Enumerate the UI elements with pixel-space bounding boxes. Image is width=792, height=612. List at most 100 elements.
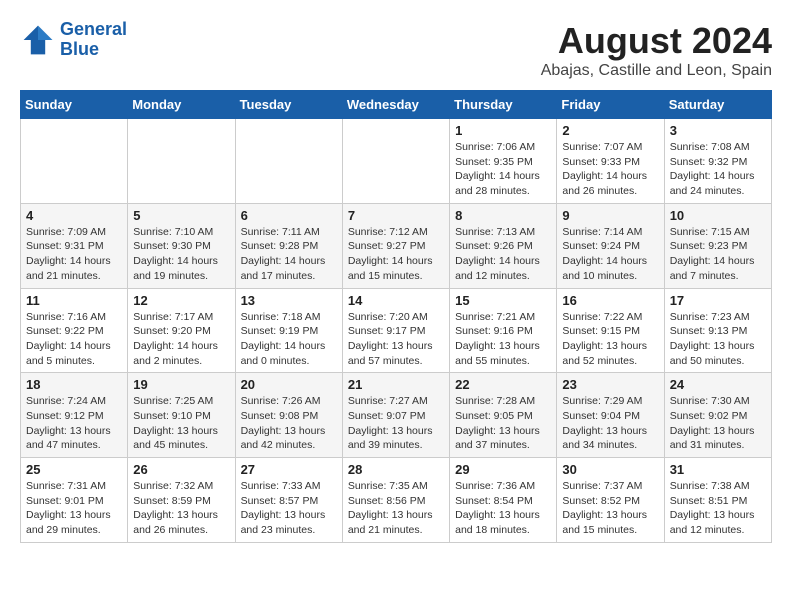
day-number: 17 — [670, 293, 766, 308]
day-number: 24 — [670, 377, 766, 392]
day-of-week-header: Sunday — [21, 91, 128, 119]
day-info: Sunrise: 7:08 AM Sunset: 9:32 PM Dayligh… — [670, 140, 766, 199]
day-number: 22 — [455, 377, 551, 392]
day-number: 29 — [455, 462, 551, 477]
title-block: August 2024 Abajas, Castille and Leon, S… — [541, 20, 772, 80]
calendar-day-cell: 21 Sunrise: 7:27 AM Sunset: 9:07 PM Dayli… — [342, 373, 449, 458]
calendar-day-cell — [21, 119, 128, 204]
day-info: Sunrise: 7:22 AM Sunset: 9:15 PM Dayligh… — [562, 310, 658, 369]
day-number: 27 — [241, 462, 337, 477]
day-number: 9 — [562, 208, 658, 223]
calendar-day-cell — [342, 119, 449, 204]
day-info: Sunrise: 7:23 AM Sunset: 9:13 PM Dayligh… — [670, 310, 766, 369]
calendar-day-cell: 28 Sunrise: 7:35 AM Sunset: 8:56 PM Dayli… — [342, 458, 449, 543]
calendar-day-cell: 19Sunrise: 7:25 AM Sunset: 9:10 PM Dayli… — [128, 373, 235, 458]
day-number: 6 — [241, 208, 337, 223]
day-info: Sunrise: 7:17 AM Sunset: 9:20 PM Dayligh… — [133, 310, 229, 369]
calendar-day-cell: 31 Sunrise: 7:38 AM Sunset: 8:51 PM Dayli… — [664, 458, 771, 543]
calendar-day-cell: 13 Sunrise: 7:18 AM Sunset: 9:19 PM Dayli… — [235, 288, 342, 373]
calendar-day-cell: 27 Sunrise: 7:33 AM Sunset: 8:57 PM Dayli… — [235, 458, 342, 543]
calendar-day-cell — [235, 119, 342, 204]
calendar-day-cell: 30Sunrise: 7:37 AM Sunset: 8:52 PM Dayli… — [557, 458, 664, 543]
day-of-week-header: Wednesday — [342, 91, 449, 119]
day-number: 15 — [455, 293, 551, 308]
day-info: Sunrise: 7:38 AM Sunset: 8:51 PM Dayligh… — [670, 479, 766, 538]
calendar-week-row: 1 Sunrise: 7:06 AM Sunset: 9:35 PM Daylig… — [21, 119, 772, 204]
day-number: 16 — [562, 293, 658, 308]
calendar-week-row: 18Sunrise: 7:24 AM Sunset: 9:12 PM Dayli… — [21, 373, 772, 458]
day-info: Sunrise: 7:14 AM Sunset: 9:24 PM Dayligh… — [562, 225, 658, 284]
day-info: Sunrise: 7:25 AM Sunset: 9:10 PM Dayligh… — [133, 394, 229, 453]
day-info: Sunrise: 7:33 AM Sunset: 8:57 PM Dayligh… — [241, 479, 337, 538]
day-info: Sunrise: 7:36 AM Sunset: 8:54 PM Dayligh… — [455, 479, 551, 538]
calendar-day-cell: 24 Sunrise: 7:30 AM Sunset: 9:02 PM Dayli… — [664, 373, 771, 458]
day-number: 26 — [133, 462, 229, 477]
day-number: 11 — [26, 293, 122, 308]
day-info: Sunrise: 7:09 AM Sunset: 9:31 PM Dayligh… — [26, 225, 122, 284]
logo-icon — [20, 22, 56, 58]
day-of-week-header: Thursday — [450, 91, 557, 119]
calendar-day-cell: 9 Sunrise: 7:14 AM Sunset: 9:24 PM Daylig… — [557, 203, 664, 288]
day-number: 2 — [562, 123, 658, 138]
day-number: 13 — [241, 293, 337, 308]
day-number: 21 — [348, 377, 444, 392]
logo-text: General Blue — [60, 20, 127, 60]
calendar-day-cell: 16 Sunrise: 7:22 AM Sunset: 9:15 PM Dayli… — [557, 288, 664, 373]
logo: General Blue — [20, 20, 127, 60]
day-number: 31 — [670, 462, 766, 477]
day-info: Sunrise: 7:26 AM Sunset: 9:08 PM Dayligh… — [241, 394, 337, 453]
day-info: Sunrise: 7:35 AM Sunset: 8:56 PM Dayligh… — [348, 479, 444, 538]
calendar-week-row: 4 Sunrise: 7:09 AM Sunset: 9:31 PM Daylig… — [21, 203, 772, 288]
day-info: Sunrise: 7:28 AM Sunset: 9:05 PM Dayligh… — [455, 394, 551, 453]
calendar-day-cell: 20 Sunrise: 7:26 AM Sunset: 9:08 PM Dayli… — [235, 373, 342, 458]
calendar-day-cell: 26 Sunrise: 7:32 AM Sunset: 8:59 PM Dayli… — [128, 458, 235, 543]
day-number: 12 — [133, 293, 229, 308]
day-number: 25 — [26, 462, 122, 477]
calendar-day-cell: 10 Sunrise: 7:15 AM Sunset: 9:23 PM Dayli… — [664, 203, 771, 288]
day-info: Sunrise: 7:06 AM Sunset: 9:35 PM Dayligh… — [455, 140, 551, 199]
day-of-week-header: Tuesday — [235, 91, 342, 119]
day-info: Sunrise: 7:24 AM Sunset: 9:12 PM Dayligh… — [26, 394, 122, 453]
day-info: Sunrise: 7:21 AM Sunset: 9:16 PM Dayligh… — [455, 310, 551, 369]
day-number: 4 — [26, 208, 122, 223]
day-number: 20 — [241, 377, 337, 392]
day-number: 28 — [348, 462, 444, 477]
day-of-week-header: Friday — [557, 91, 664, 119]
header-row: SundayMondayTuesdayWednesdayThursdayFrid… — [21, 91, 772, 119]
calendar-day-cell: 15 Sunrise: 7:21 AM Sunset: 9:16 PM Dayli… — [450, 288, 557, 373]
calendar-day-cell: 6Sunrise: 7:11 AM Sunset: 9:28 PM Daylig… — [235, 203, 342, 288]
day-info: Sunrise: 7:29 AM Sunset: 9:04 PM Dayligh… — [562, 394, 658, 453]
day-number: 7 — [348, 208, 444, 223]
day-number: 8 — [455, 208, 551, 223]
logo-line1: General — [60, 19, 127, 39]
day-info: Sunrise: 7:12 AM Sunset: 9:27 PM Dayligh… — [348, 225, 444, 284]
day-info: Sunrise: 7:15 AM Sunset: 9:23 PM Dayligh… — [670, 225, 766, 284]
calendar-day-cell: 3Sunrise: 7:08 AM Sunset: 9:32 PM Daylig… — [664, 119, 771, 204]
calendar-day-cell — [128, 119, 235, 204]
calendar-week-row: 11Sunrise: 7:16 AM Sunset: 9:22 PM Dayli… — [21, 288, 772, 373]
calendar-week-row: 25 Sunrise: 7:31 AM Sunset: 9:01 PM Dayli… — [21, 458, 772, 543]
day-of-week-header: Saturday — [664, 91, 771, 119]
calendar-day-cell: 2 Sunrise: 7:07 AM Sunset: 9:33 PM Daylig… — [557, 119, 664, 204]
day-info: Sunrise: 7:30 AM Sunset: 9:02 PM Dayligh… — [670, 394, 766, 453]
day-number: 14 — [348, 293, 444, 308]
day-info: Sunrise: 7:10 AM Sunset: 9:30 PM Dayligh… — [133, 225, 229, 284]
day-info: Sunrise: 7:27 AM Sunset: 9:07 PM Dayligh… — [348, 394, 444, 453]
day-number: 23 — [562, 377, 658, 392]
calendar-day-cell: 5 Sunrise: 7:10 AM Sunset: 9:30 PM Daylig… — [128, 203, 235, 288]
day-info: Sunrise: 7:07 AM Sunset: 9:33 PM Dayligh… — [562, 140, 658, 199]
calendar-day-cell: 8Sunrise: 7:13 AM Sunset: 9:26 PM Daylig… — [450, 203, 557, 288]
calendar-day-cell: 7 Sunrise: 7:12 AM Sunset: 9:27 PM Daylig… — [342, 203, 449, 288]
day-number: 1 — [455, 123, 551, 138]
calendar-day-cell: 25 Sunrise: 7:31 AM Sunset: 9:01 PM Dayli… — [21, 458, 128, 543]
day-number: 5 — [133, 208, 229, 223]
day-of-week-header: Monday — [128, 91, 235, 119]
day-info: Sunrise: 7:32 AM Sunset: 8:59 PM Dayligh… — [133, 479, 229, 538]
calendar-body: 1 Sunrise: 7:06 AM Sunset: 9:35 PM Daylig… — [21, 119, 772, 543]
day-number: 10 — [670, 208, 766, 223]
day-info: Sunrise: 7:31 AM Sunset: 9:01 PM Dayligh… — [26, 479, 122, 538]
calendar-day-cell: 14Sunrise: 7:20 AM Sunset: 9:17 PM Dayli… — [342, 288, 449, 373]
day-info: Sunrise: 7:18 AM Sunset: 9:19 PM Dayligh… — [241, 310, 337, 369]
day-info: Sunrise: 7:37 AM Sunset: 8:52 PM Dayligh… — [562, 479, 658, 538]
calendar-day-cell: 22 Sunrise: 7:28 AM Sunset: 9:05 PM Dayli… — [450, 373, 557, 458]
